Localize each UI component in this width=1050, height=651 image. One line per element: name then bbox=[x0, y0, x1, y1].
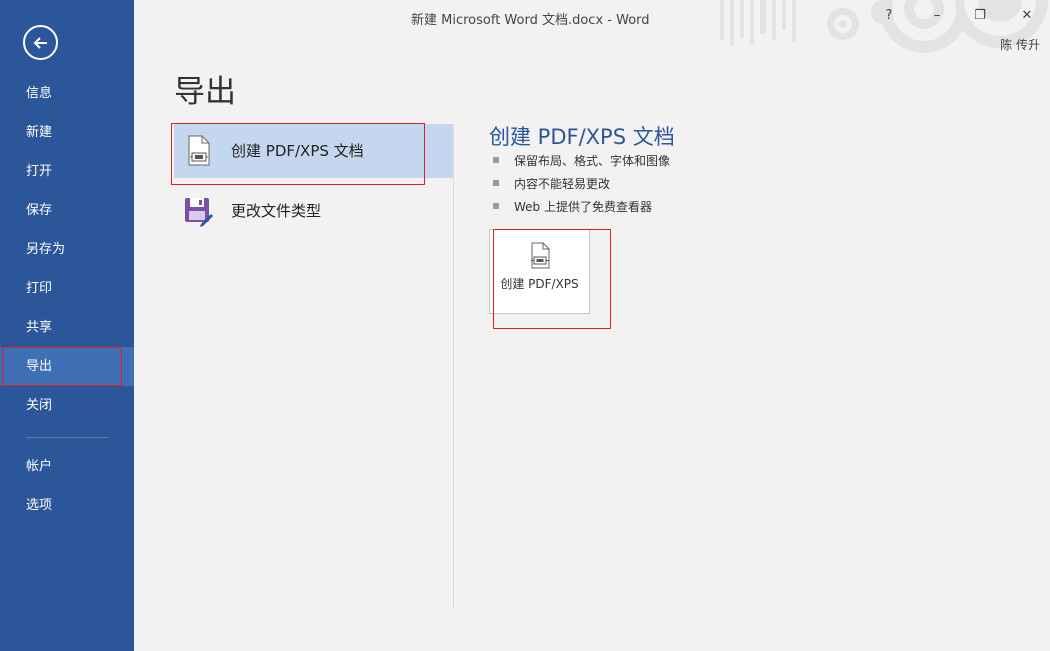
nav-account[interactable]: 帐户 bbox=[0, 447, 134, 486]
nav-open[interactable]: 打开 bbox=[0, 152, 134, 191]
panel-divider bbox=[453, 124, 454, 608]
option-label: 更改文件类型 bbox=[231, 202, 322, 220]
nav-divider bbox=[26, 437, 108, 438]
nav-info[interactable]: 信息 bbox=[0, 74, 134, 113]
back-button[interactable] bbox=[23, 25, 58, 60]
page-title: 导出 bbox=[174, 74, 236, 110]
pdf-document-icon bbox=[188, 135, 210, 166]
pdf-document-icon bbox=[531, 242, 550, 269]
detail-bullets: 保留布局、格式、字体和图像 内容不能轻易更改 Web 上提供了免费查看器 bbox=[493, 151, 670, 220]
backstage-nav-footer: 帐户 选项 bbox=[0, 447, 134, 525]
list-item: Web 上提供了免费查看器 bbox=[493, 197, 670, 220]
option-change-file-type[interactable]: 更改文件类型 bbox=[174, 184, 454, 238]
list-item: 内容不能轻易更改 bbox=[493, 174, 670, 197]
window-title: 新建 Microsoft Word 文档.docx - Word bbox=[411, 13, 650, 28]
save-as-file-type-icon bbox=[185, 198, 213, 227]
nav-new[interactable]: 新建 bbox=[0, 113, 134, 152]
minimize-button[interactable]: – bbox=[924, 6, 950, 26]
option-create-pdf-xps[interactable]: 创建 PDF/XPS 文档 bbox=[174, 124, 454, 178]
create-pdf-xps-button-label: 创建 PDF/XPS bbox=[500, 277, 579, 291]
backstage-nav: 信息 新建 打开 保存 另存为 打印 共享 导出 关闭 bbox=[0, 74, 134, 425]
list-item: 保留布局、格式、字体和图像 bbox=[493, 151, 670, 174]
user-name[interactable]: 陈 传升 bbox=[1000, 36, 1040, 53]
help-button[interactable]: ? bbox=[876, 6, 902, 26]
restore-button[interactable]: ❐ bbox=[967, 6, 993, 26]
create-pdf-xps-button[interactable]: 创建 PDF/XPS bbox=[489, 229, 590, 314]
back-arrow-icon bbox=[33, 37, 47, 49]
backstage-sidebar: 信息 新建 打开 保存 另存为 打印 共享 导出 关闭 帐户 选项 bbox=[0, 0, 134, 651]
nav-save-as[interactable]: 另存为 bbox=[0, 230, 134, 269]
detail-title: 创建 PDF/XPS 文档 bbox=[489, 125, 675, 149]
close-button[interactable]: ✕ bbox=[1014, 6, 1040, 26]
nav-export[interactable]: 导出 bbox=[0, 347, 134, 386]
export-options-list: 创建 PDF/XPS 文档 更改文件类型 bbox=[174, 124, 454, 244]
nav-share[interactable]: 共享 bbox=[0, 308, 134, 347]
nav-save[interactable]: 保存 bbox=[0, 191, 134, 230]
nav-print[interactable]: 打印 bbox=[0, 269, 134, 308]
nav-close[interactable]: 关闭 bbox=[0, 386, 134, 425]
option-label: 创建 PDF/XPS 文档 bbox=[231, 142, 364, 160]
nav-options[interactable]: 选项 bbox=[0, 486, 134, 525]
